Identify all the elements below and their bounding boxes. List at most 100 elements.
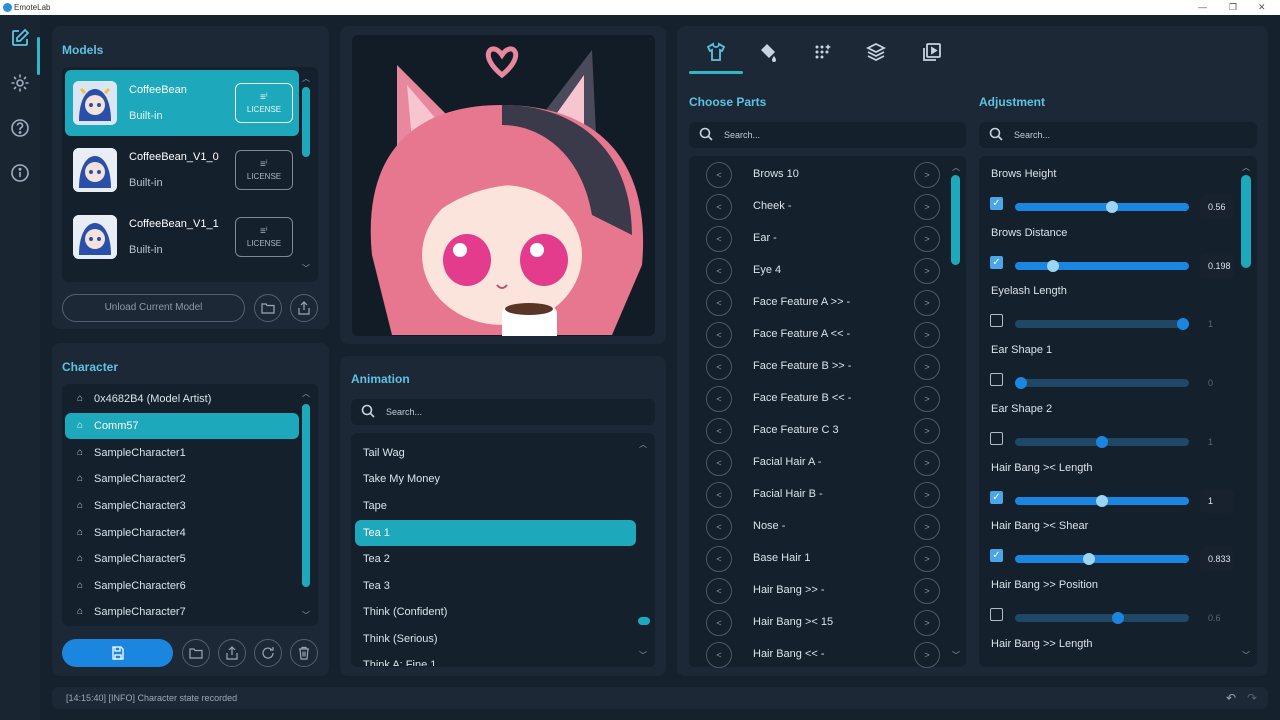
minimize-icon[interactable]: — — [1198, 0, 1207, 15]
tab-animation[interactable] — [918, 38, 946, 66]
next-part-button[interactable]: > — [914, 610, 940, 636]
prev-part-button[interactable]: < — [706, 386, 732, 412]
scroll-thumb[interactable] — [638, 617, 650, 625]
next-part-button[interactable]: > — [914, 290, 940, 316]
adjustment-slider[interactable] — [1015, 318, 1189, 331]
license-button[interactable]: ≡ⁱ LICENSE — [235, 83, 293, 123]
character-item[interactable]: ⌂ SampleCharacter2 — [65, 466, 299, 492]
scroll-down-icon[interactable]: ﹀ — [952, 650, 960, 661]
slider-knob[interactable] — [1047, 259, 1060, 272]
animation-item[interactable]: Think A: Fine 1 — [355, 652, 636, 666]
adjustment-checkbox[interactable] — [990, 373, 1003, 387]
scroll-up-icon[interactable]: ︿ — [302, 73, 310, 84]
model-item[interactable]: CoffeeBean_V1_0 Built-in ≡ⁱ LICENSE — [65, 137, 299, 203]
adjustment-value-field[interactable]: 0 — [1200, 371, 1234, 395]
redo-icon[interactable]: ↷ — [1247, 687, 1257, 709]
next-part-button[interactable]: > — [914, 322, 940, 348]
character-item[interactable]: ⌂ SampleCharacter4 — [65, 520, 299, 546]
adjustment-checkbox[interactable]: ✓ — [990, 255, 1003, 269]
undo-icon[interactable]: ↶ — [1226, 687, 1236, 709]
animation-search-input[interactable]: Search... — [351, 399, 655, 425]
tab-color[interactable] — [755, 38, 783, 66]
export-model-button[interactable] — [290, 294, 318, 322]
open-folder-button[interactable] — [254, 294, 282, 322]
adjustment-value-field[interactable]: 1 — [1200, 488, 1234, 513]
character-item[interactable]: ⌂ 0x4682B4 (Model Artist) — [65, 386, 299, 412]
parts-search-input[interactable]: Search... — [689, 122, 966, 148]
adjustment-slider[interactable] — [1015, 377, 1189, 390]
next-part-button[interactable]: > — [914, 194, 940, 220]
tab-layers[interactable] — [862, 38, 890, 66]
adjustment-checkbox[interactable]: ✓ — [990, 197, 1003, 210]
next-part-button[interactable]: > — [914, 226, 940, 252]
delete-character-button[interactable] — [290, 639, 318, 667]
model-item[interactable]: CoffeeBean Built-in ≡ⁱ LICENSE — [65, 70, 299, 136]
adjustment-search-input[interactable]: Search... — [979, 122, 1257, 148]
prev-part-button[interactable]: < — [706, 194, 732, 220]
slider-knob[interactable] — [1096, 435, 1108, 448]
scroll-thumb[interactable] — [302, 404, 310, 587]
adjustment-value-field[interactable]: 1 — [1200, 430, 1234, 454]
prev-part-button[interactable]: < — [706, 354, 732, 380]
character-item[interactable]: ⌂ SampleCharacter6 — [65, 573, 299, 599]
license-button[interactable]: ≡ⁱ LICENSE — [235, 150, 293, 190]
info-icon[interactable] — [9, 162, 31, 184]
scroll-up-icon[interactable]: ︿ — [952, 162, 960, 173]
character-item[interactable]: ⌂ SampleCharacter5 — [65, 546, 299, 572]
adjustment-slider[interactable] — [1015, 494, 1189, 507]
next-part-button[interactable]: > — [914, 418, 940, 444]
next-part-button[interactable]: > — [914, 642, 940, 668]
license-button[interactable]: ≡ⁱ LICENSE — [235, 217, 293, 257]
adjustment-slider[interactable] — [1015, 259, 1189, 272]
unload-model-button[interactable]: Unload Current Model — [62, 294, 245, 322]
character-item[interactable]: ⌂ Comm57 — [65, 413, 299, 439]
adjustment-checkbox[interactable] — [990, 314, 1003, 328]
prev-part-button[interactable]: < — [706, 642, 732, 668]
tab-patterns[interactable] — [809, 38, 837, 66]
next-part-button[interactable]: > — [914, 578, 940, 604]
next-part-button[interactable]: > — [914, 162, 940, 188]
scroll-up-icon[interactable]: ︿ — [1242, 162, 1250, 173]
edit-icon[interactable] — [9, 27, 31, 49]
slider-knob[interactable] — [1105, 201, 1118, 213]
prev-part-button[interactable]: < — [706, 418, 732, 444]
refresh-character-button[interactable] — [254, 639, 282, 667]
next-part-button[interactable]: > — [914, 258, 940, 284]
scroll-thumb[interactable] — [951, 175, 960, 265]
maximize-icon[interactable]: ❐ — [1229, 0, 1237, 15]
next-part-button[interactable]: > — [914, 482, 940, 508]
animation-item[interactable]: Tea 3 — [355, 573, 636, 599]
prev-part-button[interactable]: < — [706, 482, 732, 508]
animation-item[interactable]: Think (Serious) — [355, 626, 636, 652]
scroll-down-icon[interactable]: ﹀ — [639, 650, 647, 661]
scroll-thumb[interactable] — [302, 87, 310, 157]
scroll-down-icon[interactable]: ﹀ — [1242, 650, 1250, 661]
character-item[interactable]: ⌂ SampleCharacter3 — [65, 493, 299, 519]
adjustment-slider[interactable] — [1015, 435, 1189, 448]
animation-item[interactable]: Tea 2 — [355, 546, 636, 572]
next-part-button[interactable]: > — [914, 386, 940, 412]
adjustment-slider[interactable] — [1015, 553, 1189, 566]
adjustment-value-field[interactable]: 0.6 — [1200, 606, 1234, 630]
close-icon[interactable]: ✕ — [1258, 0, 1266, 15]
prev-part-button[interactable]: < — [706, 578, 732, 604]
prev-part-button[interactable]: < — [706, 450, 732, 476]
adjustment-checkbox[interactable]: ✓ — [990, 549, 1003, 563]
help-icon[interactable] — [9, 117, 31, 139]
scroll-thumb[interactable] — [1241, 175, 1251, 268]
models-scrollbar[interactable]: ︿ ﹀ — [301, 73, 311, 278]
adjustment-checkbox[interactable] — [990, 431, 1003, 445]
adjustment-slider[interactable] — [1015, 201, 1189, 213]
adjustment-value-field[interactable]: 0.833 — [1200, 547, 1234, 572]
tab-clothing[interactable] — [702, 38, 730, 66]
open-character-button[interactable] — [182, 639, 210, 667]
character-scrollbar[interactable]: ︿ ﹀ — [301, 388, 311, 624]
scroll-down-icon[interactable]: ﹀ — [302, 610, 310, 621]
prev-part-button[interactable]: < — [706, 546, 732, 572]
adjustment-value-field[interactable]: 0.56 — [1200, 195, 1234, 219]
character-item[interactable]: ⌂ SampleCharacter1 — [65, 440, 299, 466]
settings-icon[interactable] — [9, 72, 31, 94]
next-part-button[interactable]: > — [914, 354, 940, 380]
prev-part-button[interactable]: < — [706, 162, 732, 188]
next-part-button[interactable]: > — [914, 514, 940, 540]
